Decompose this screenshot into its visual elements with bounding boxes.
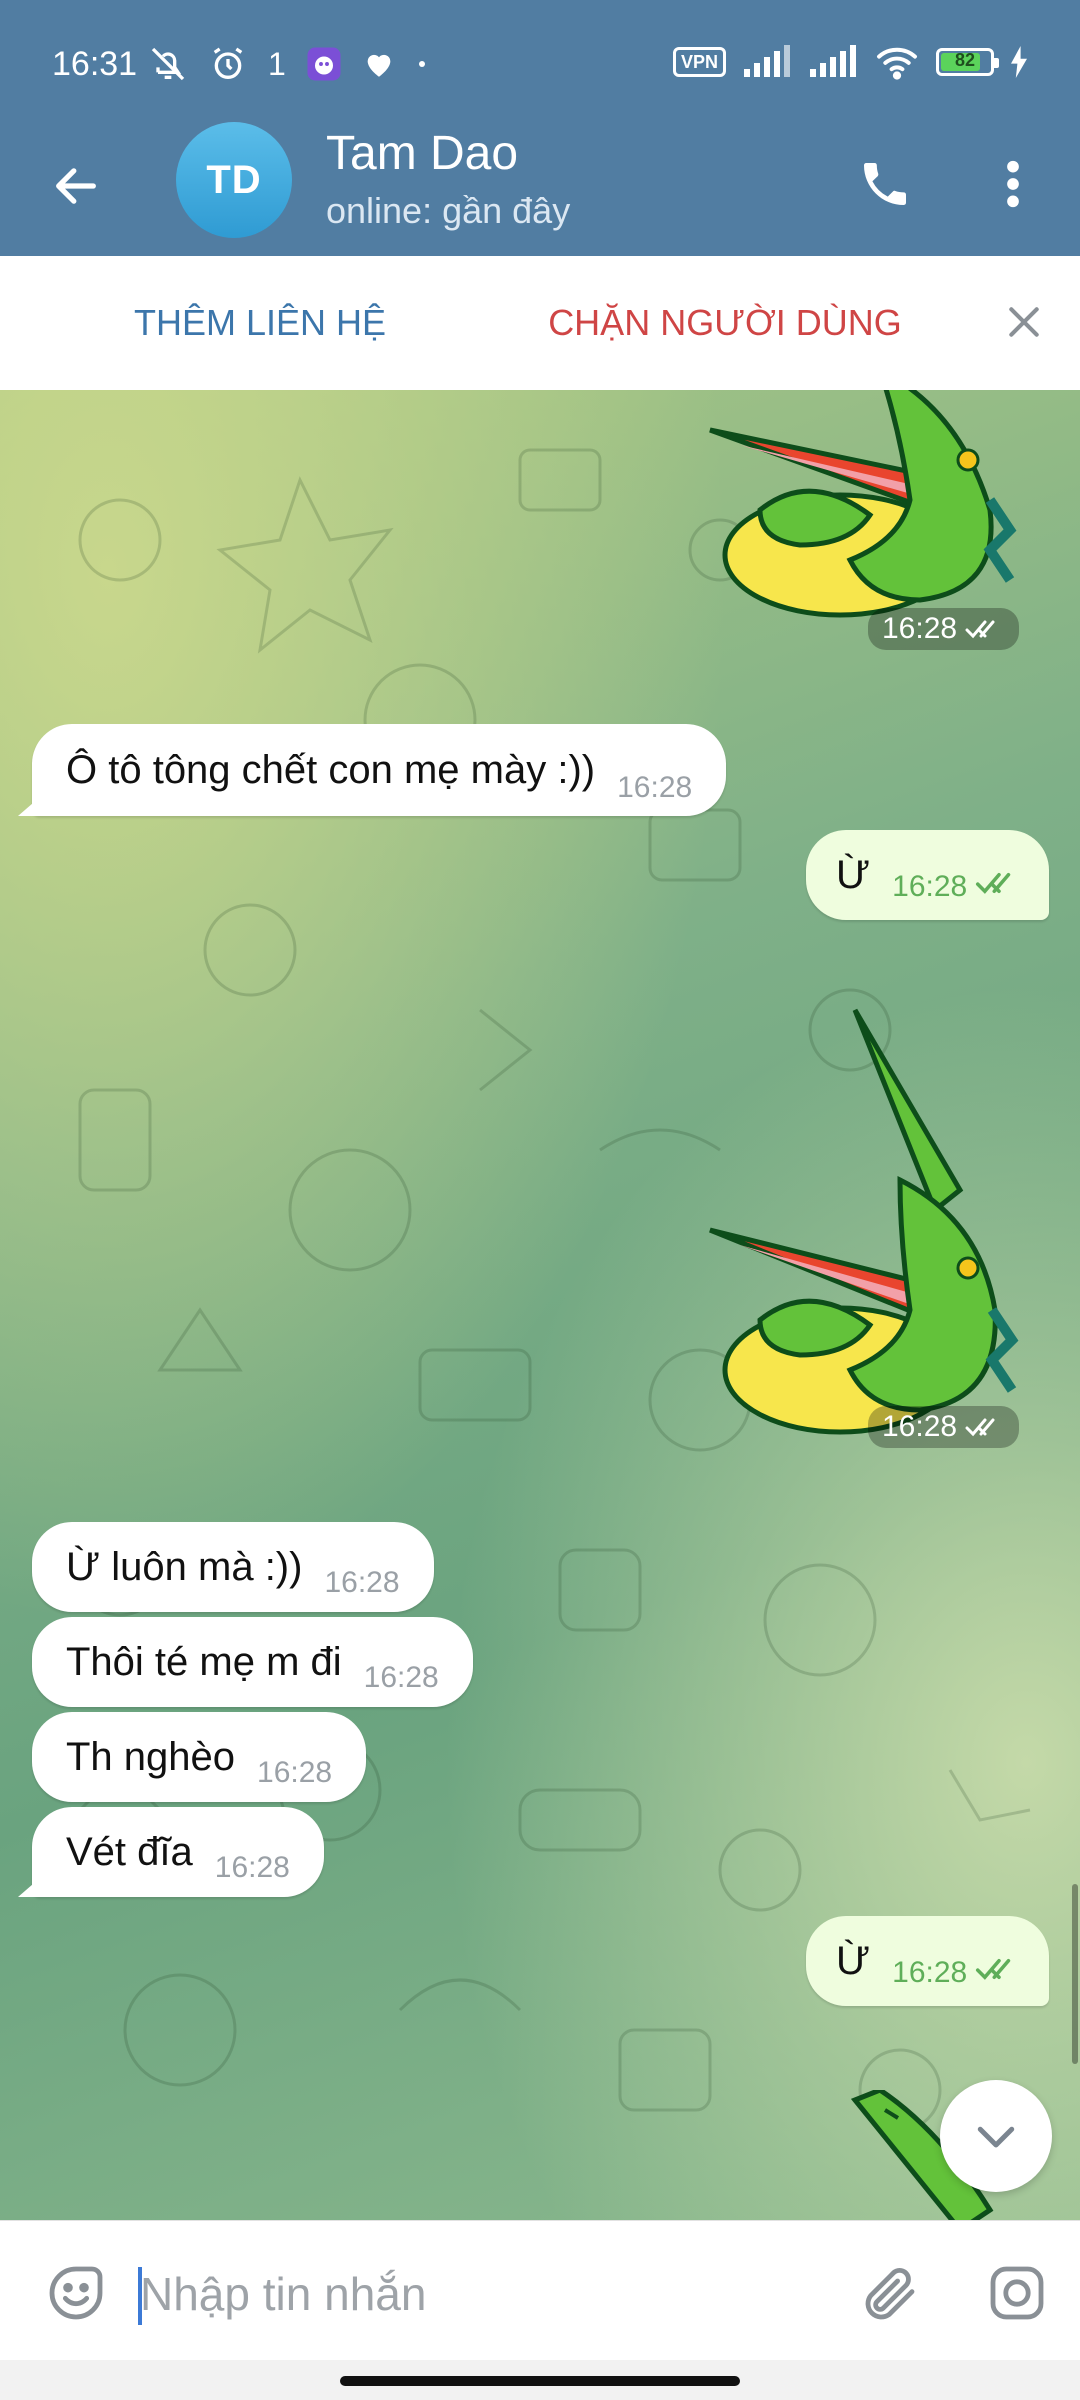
arrow-left-icon — [56, 168, 96, 204]
home-gesture-handle[interactable] — [340, 2376, 740, 2386]
sticker-smile-icon — [49, 2266, 103, 2320]
add-contact-button[interactable]: THÊM LIÊN HỆ — [0, 256, 520, 390]
message-bubble-incoming[interactable]: Thôi té mẹ m đi 16:28 — [32, 1617, 473, 1707]
message-bubble-incoming[interactable]: Th nghèo 16:28 — [32, 1712, 367, 1802]
message-time: 16:28 — [892, 1956, 968, 1989]
camera-button[interactable] — [975, 2251, 1059, 2335]
status-bar: 16:31 1 VPN 82 — [0, 0, 1080, 130]
phone-icon — [864, 163, 906, 205]
message-time: 16:28 — [324, 1566, 400, 1599]
double-check-icon — [965, 620, 995, 639]
vpn-badge: VPN — [672, 47, 726, 77]
status-extra: 1 — [268, 45, 286, 82]
message-text: Vét đĩa — [66, 1830, 193, 1874]
message-list[interactable]: 16:28 Ô tô tông chết con mẹ mày :)) 16:28… — [0, 390, 1080, 2220]
message-bubble-incoming[interactable]: Ừ luôn mà :)) 16:28 — [32, 1522, 434, 1612]
message-text: Ừ luôn mà :)) — [66, 1545, 303, 1589]
signal-icon — [742, 45, 792, 79]
signal-icon-2 — [808, 45, 858, 79]
message-bubble-incoming[interactable]: Ô tô tông chết con mẹ mày :)) 16:28 — [32, 724, 727, 816]
crocodile-sticker[interactable] — [700, 390, 1040, 620]
camera-icon — [990, 2266, 1044, 2320]
heart-icon — [362, 47, 396, 81]
top-app-bar: 16:31 1 VPN 82 TD Tam Dao online: gần đâ… — [0, 0, 1080, 256]
battery-percent: 82 — [954, 50, 976, 70]
double-check-icon — [976, 873, 1011, 895]
more-button[interactable] — [978, 144, 1048, 224]
status-right-icons: VPN 82 — [672, 44, 1028, 80]
crocodile-sticker-image — [709, 1008, 1019, 1435]
wifi-icon — [874, 44, 920, 80]
app-notification-icon — [306, 46, 342, 82]
chat-title[interactable]: Tam Dao — [326, 126, 518, 181]
more-vertical-icon — [1007, 160, 1019, 208]
message-bubble-outgoing[interactable]: Ừ 16:28 — [806, 1916, 1050, 2006]
sticker-timestamp: 16:28 — [868, 608, 1020, 650]
double-check-icon — [965, 1418, 995, 1437]
back-button[interactable] — [40, 150, 112, 222]
message-bubble-outgoing[interactable]: Ừ 16:28 — [806, 830, 1050, 920]
message-time: 16:28 — [882, 612, 958, 645]
attach-button[interactable] — [846, 2251, 930, 2335]
avatar[interactable]: TD — [176, 122, 292, 238]
charging-icon — [1010, 46, 1028, 78]
message-time: 16:28 — [617, 771, 693, 804]
crocodile-sticker-image — [709, 390, 1017, 618]
crocodile-sticker[interactable] — [700, 1000, 1040, 1440]
emoji-button[interactable] — [36, 2253, 116, 2333]
message-time: 16:28 — [257, 1756, 333, 1789]
chat-subtitle: online: gần đây — [326, 190, 571, 231]
contact-action-bar: THÊM LIÊN HỆ CHẶN NGƯỜI DÙNG — [0, 256, 1080, 391]
message-bubble-incoming[interactable]: Vét đĩa 16:28 — [32, 1807, 324, 1897]
message-time: 16:28 — [882, 1410, 958, 1443]
message-time: 16:28 — [892, 870, 968, 903]
dismiss-action-bar-button[interactable] — [994, 292, 1054, 352]
message-text: Th nghèo — [66, 1735, 236, 1779]
status-left-icons: 1 — [148, 44, 428, 84]
scroll-to-bottom-button[interactable] — [940, 2080, 1052, 2192]
message-text: Ừ — [836, 853, 871, 897]
chat-header: TD Tam Dao online: gần đây — [0, 120, 1080, 256]
sticker-timestamp: 16:28 — [868, 1406, 1020, 1448]
message-composer — [0, 2220, 1080, 2361]
double-check-icon — [976, 1959, 1011, 1981]
message-text: Ừ — [836, 1939, 871, 1983]
system-navigation-bar — [0, 2360, 1080, 2400]
bell-off-icon — [148, 44, 188, 84]
message-time: 16:28 — [363, 1661, 439, 1694]
text-cursor — [138, 2267, 142, 2325]
battery-icon: 82 — [936, 48, 999, 76]
chevron-down-icon — [977, 2126, 1015, 2148]
message-input[interactable] — [138, 2253, 822, 2335]
dot-icon — [416, 58, 428, 70]
status-time: 16:31 — [52, 45, 138, 83]
scrollbar[interactable] — [1072, 1884, 1078, 2064]
paperclip-icon — [865, 2268, 915, 2320]
message-text: Ô tô tông chết con mẹ mày :)) — [66, 748, 596, 792]
message-time: 16:28 — [214, 1851, 290, 1884]
close-icon — [1009, 307, 1039, 337]
message-text: Thôi té mẹ m đi — [66, 1640, 342, 1684]
call-button[interactable] — [845, 144, 925, 224]
alarm-icon — [208, 44, 248, 84]
block-user-button[interactable]: CHẶN NGƯỜI DÙNG — [470, 256, 980, 390]
